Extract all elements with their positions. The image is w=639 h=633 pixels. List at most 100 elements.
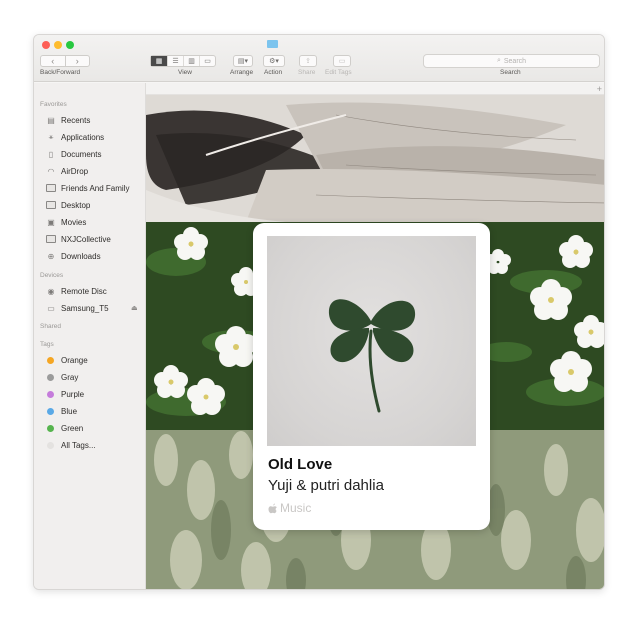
arrange-icon: ▤▾ xyxy=(237,58,249,65)
sidebar: Favorites ▤ Recents ⚹ Applications ▯ Doc… xyxy=(34,83,146,589)
folder-title-icon xyxy=(267,40,278,48)
feather-illustration xyxy=(146,95,604,222)
back-forward-control: ‹ › xyxy=(40,55,90,67)
sidebar-item-label: Downloads xyxy=(61,251,101,261)
finder-window: ‹ › Back/Forward ▦ ☰ ▥ ▭ View ▤▾ Arrange… xyxy=(33,34,605,590)
edit-tags-button[interactable]: ▭ xyxy=(333,55,351,67)
arrange-label: Arrange xyxy=(230,69,254,76)
sidebar-item-recents[interactable]: ▤ Recents xyxy=(46,113,90,127)
back-forward-label: Back/Forward xyxy=(40,69,81,76)
sidebar-tag-green[interactable]: Green xyxy=(46,421,83,435)
sidebar-item-label: Desktop xyxy=(61,200,91,210)
sidebar-item-airdrop[interactable]: ◠ AirDrop xyxy=(46,164,89,178)
sidebar-item-label: Orange xyxy=(61,355,88,365)
back-button[interactable]: ‹ xyxy=(41,56,65,66)
sidebar-item-label: Blue xyxy=(61,406,78,416)
sidebar-section-shared: Shared xyxy=(40,323,61,330)
airdrop-icon: ◠ xyxy=(47,166,55,176)
sidebar-item-label: Friends And Family xyxy=(61,183,130,193)
purple-tag-icon xyxy=(47,390,54,398)
desktop-icon xyxy=(46,201,56,210)
sidebar-item-label: Purple xyxy=(61,389,85,399)
sidebar-item-nxjcollective[interactable]: NXJCollective xyxy=(46,232,111,246)
documents-icon: ▯ xyxy=(48,149,54,159)
icon-view-icon[interactable]: ▦ xyxy=(151,56,167,66)
all-tags-icon xyxy=(47,441,54,449)
apple-music-badge: Music xyxy=(268,501,311,515)
search-icon: ⌕ xyxy=(496,57,501,64)
green-tag-icon xyxy=(47,424,54,432)
blue-tag-icon xyxy=(47,407,54,415)
song-title: Old Love xyxy=(268,456,333,473)
action-button[interactable]: ⚙▾ xyxy=(263,55,285,67)
album-cover[interactable] xyxy=(267,236,476,446)
sidebar-tag-purple[interactable]: Purple xyxy=(46,387,84,401)
sidebar-tag-orange[interactable]: Orange xyxy=(46,353,88,367)
view-mode-control: ▦ ☰ ▥ ▭ xyxy=(150,55,216,67)
sidebar-item-samsung-t5[interactable]: ▭ Samsung_T5 xyxy=(46,301,109,315)
share-icon: ⇪ xyxy=(305,58,311,65)
sidebar-item-label: Remote Disc xyxy=(61,286,107,296)
gear-icon: ⚙▾ xyxy=(269,58,279,65)
tag-icon: ▭ xyxy=(338,58,346,65)
downloads-icon: ⊕ xyxy=(47,251,55,261)
view-label: View xyxy=(178,69,192,76)
sidebar-item-label: AirDrop xyxy=(61,166,89,176)
apple-logo-icon xyxy=(268,503,277,513)
sidebar-tag-all-tags[interactable]: All Tags... xyxy=(46,438,96,452)
arrange-button[interactable]: ▤▾ xyxy=(233,55,253,67)
folder-icon xyxy=(46,184,56,193)
sidebar-item-movies[interactable]: ▣ Movies xyxy=(46,215,86,229)
sidebar-item-remote-disc[interactable]: ◉ Remote Disc xyxy=(46,284,107,298)
sidebar-item-label: Green xyxy=(61,423,84,433)
sidebar-section-tags: Tags xyxy=(40,341,54,348)
path-bar: + xyxy=(146,83,604,95)
share-label: Share xyxy=(298,69,316,76)
folder-icon xyxy=(46,235,56,244)
sidebar-item-desktop[interactable]: Desktop xyxy=(46,198,90,212)
sidebar-item-applications[interactable]: ⚹ Applications xyxy=(46,130,105,144)
movies-icon: ▣ xyxy=(47,217,55,227)
eject-icon[interactable]: ⏏ xyxy=(131,304,138,312)
music-card[interactable]: Old Love Yuji & putri dahlia Music xyxy=(253,223,490,530)
add-icon[interactable]: + xyxy=(597,84,602,94)
feather-photo xyxy=(146,95,604,222)
disc-icon: ◉ xyxy=(47,286,55,296)
gallery-view-icon[interactable]: ▭ xyxy=(199,56,215,66)
four-leaf-clover-icon xyxy=(328,299,416,413)
gray-tag-icon xyxy=(47,373,54,381)
sidebar-tag-blue[interactable]: Blue xyxy=(46,404,77,418)
sidebar-item-downloads[interactable]: ⊕ Downloads xyxy=(46,249,101,263)
sidebar-item-label: Samsung_T5 xyxy=(61,303,109,313)
sidebar-item-label: Gray xyxy=(61,372,79,382)
minimize-window-button[interactable] xyxy=(54,41,62,49)
search-placeholder: Search xyxy=(503,57,527,65)
column-view-icon[interactable]: ▥ xyxy=(183,56,199,66)
sidebar-section-devices: Devices xyxy=(40,272,64,279)
sidebar-item-label: Movies xyxy=(61,217,87,227)
close-window-button[interactable] xyxy=(42,41,50,49)
list-view-icon[interactable]: ☰ xyxy=(167,56,183,66)
sidebar-item-label: All Tags... xyxy=(61,440,96,450)
music-service-label: Music xyxy=(280,501,312,515)
sidebar-section-favorites: Favorites xyxy=(40,101,67,108)
forward-button[interactable]: › xyxy=(64,56,90,66)
search-field[interactable]: ⌕ Search xyxy=(423,54,600,68)
maximize-window-button[interactable] xyxy=(66,41,74,49)
sidebar-item-label: Documents xyxy=(61,149,102,159)
share-button[interactable]: ⇪ xyxy=(299,55,317,67)
sidebar-item-label: Recents xyxy=(61,115,91,125)
applications-icon: ⚹ xyxy=(48,132,54,141)
sidebar-item-label: NXJCollective xyxy=(61,234,111,244)
song-artist: Yuji & putri dahlia xyxy=(268,477,384,494)
search-label: Search xyxy=(500,69,521,76)
drive-icon: ▭ xyxy=(47,303,55,313)
sidebar-item-label: Applications xyxy=(61,132,105,142)
sidebar-tag-gray[interactable]: Gray xyxy=(46,370,78,384)
sidebar-item-friends-and-family[interactable]: Friends And Family xyxy=(46,181,129,195)
edit-tags-label: Edit Tags xyxy=(325,69,352,76)
recents-icon: ▤ xyxy=(47,115,55,125)
action-label: Action xyxy=(264,69,283,76)
toolbar: ‹ › Back/Forward ▦ ☰ ▥ ▭ View ▤▾ Arrange… xyxy=(34,35,604,82)
sidebar-item-documents[interactable]: ▯ Documents xyxy=(46,147,102,161)
